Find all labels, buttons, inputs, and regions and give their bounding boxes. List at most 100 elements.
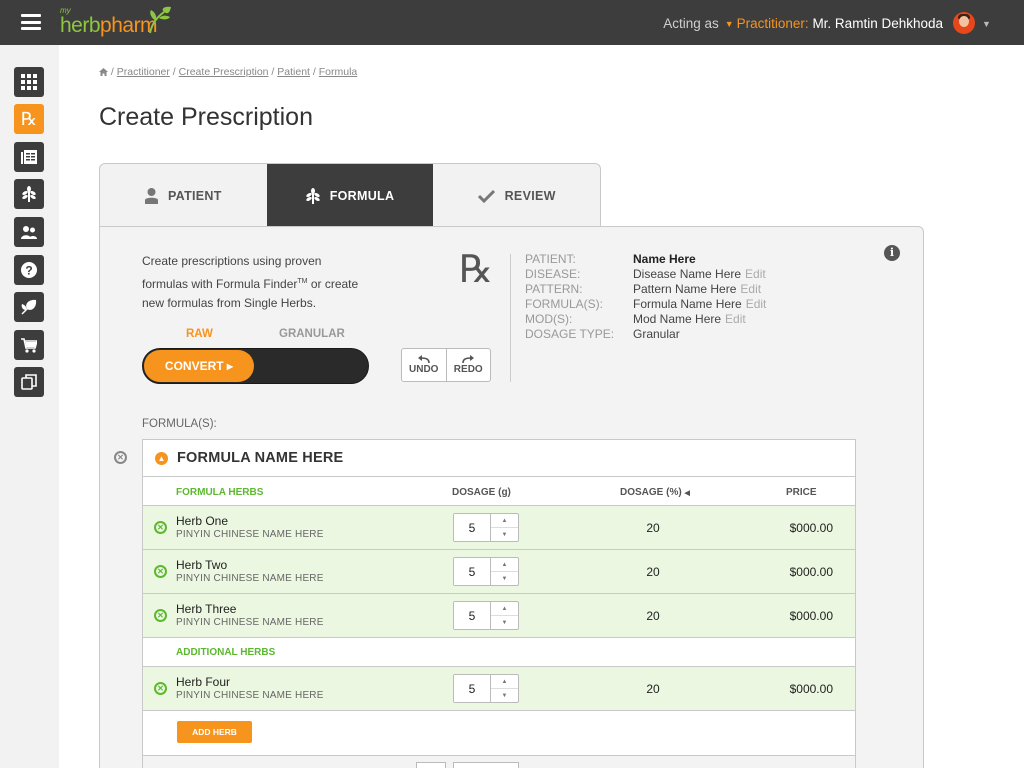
breadcrumb-create-prescription[interactable]: Create Prescription	[179, 66, 269, 78]
summary-patient: PATIENT: Name Here	[525, 252, 766, 267]
decrement-icon[interactable]: ▼	[491, 688, 518, 702]
summary-dosage-type: DOSAGE TYPE: Granular	[525, 327, 766, 342]
convert-button[interactable]: CONVERT ▶	[144, 350, 254, 382]
undo-button[interactable]: UNDO	[402, 349, 446, 381]
total-field[interactable]	[416, 762, 446, 768]
cart-icon	[21, 337, 37, 353]
remove-herb-icon[interactable]: ✕	[154, 521, 167, 534]
granular-label[interactable]: GRANULAR	[279, 328, 345, 340]
col-dosage-pct-label: DOSAGE (%)	[620, 487, 682, 498]
sidebar-item-dashboard[interactable]	[14, 67, 44, 97]
total-stepper[interactable]	[453, 762, 519, 768]
intro-line-2: formulas with Formula Finder	[142, 276, 298, 291]
sidebar-item-patients[interactable]	[14, 217, 44, 247]
col-dosage-pct[interactable]: DOSAGE (%) ◀	[620, 487, 690, 498]
increment-icon[interactable]: ▲	[491, 514, 518, 527]
breadcrumb: / Practitioner / Create Prescription / P…	[99, 66, 357, 78]
avatar[interactable]	[953, 12, 975, 34]
intro-line-3: new formulas from Single Herbs.	[142, 296, 317, 310]
decrement-icon[interactable]: ▼	[491, 571, 518, 585]
undo-label: UNDO	[409, 364, 439, 375]
sidebar-item-catalog[interactable]	[14, 142, 44, 172]
summary-value: Granular	[633, 327, 680, 341]
tab-review[interactable]: REVIEW	[433, 164, 600, 227]
person-icon	[144, 187, 158, 204]
summary-disease: DISEASE: Disease Name Here Edit	[525, 267, 766, 282]
increment-icon[interactable]: ▲	[491, 558, 518, 571]
page-title: Create Prescription	[99, 103, 313, 131]
herb-pinyin: PINYIN CHINESE NAME HERE	[176, 617, 324, 628]
edit-mods-link[interactable]: Edit	[725, 312, 746, 327]
edit-pattern-link[interactable]: Edit	[740, 282, 761, 297]
tab-patient[interactable]: PATIENT	[100, 164, 267, 227]
summary-value: Formula Name Here	[633, 297, 742, 311]
tab-patient-label: PATIENT	[167, 188, 222, 203]
herb-name: Herb Two	[176, 558, 228, 572]
tab-review-label: REVIEW	[504, 188, 556, 203]
summary-mods: MOD(S): Mod Name Here Edit	[525, 312, 766, 327]
role-label: Practitioner:	[736, 16, 809, 31]
summary-key: DOSAGE TYPE:	[525, 327, 615, 341]
intro-line-1: Create prescriptions using proven	[142, 254, 322, 268]
help-icon: ?	[21, 262, 37, 278]
herb-dosage-pct: 20	[646, 521, 660, 535]
sidebar-item-leaf[interactable]	[14, 292, 44, 322]
chevron-down-icon[interactable]: ▼	[982, 19, 991, 29]
additional-herbs-label: ADDITIONAL HERBS	[176, 647, 276, 658]
wizard-tabs: PATIENT FORMULA REVIEW	[99, 163, 601, 227]
remove-herb-icon[interactable]: ✕	[154, 682, 167, 695]
dosage-input[interactable]	[454, 558, 491, 585]
info-icon[interactable]: i	[884, 245, 900, 261]
dosage-stepper: ▲▼	[453, 513, 519, 542]
herb-icon	[305, 187, 320, 205]
logo-leaf-icon	[149, 6, 171, 34]
sidebar-item-copy[interactable]	[14, 367, 44, 397]
tab-formula[interactable]: FORMULA	[266, 164, 434, 227]
dosage-input[interactable]	[454, 602, 491, 629]
menu-icon[interactable]	[21, 14, 41, 30]
summary-formula: FORMULA(S): Formula Name Here Edit	[525, 297, 766, 312]
add-herb-button[interactable]: ADD HERB	[177, 721, 252, 743]
undo-icon	[417, 355, 430, 364]
herb-row: ✕ Herb Three PINYIN CHINESE NAME HERE ▲▼…	[143, 594, 855, 638]
raw-label[interactable]: RAW	[186, 328, 213, 340]
herb-dosage-pct: 20	[646, 565, 660, 579]
dosage-input[interactable]	[454, 514, 491, 541]
breadcrumb-patient[interactable]: Patient	[277, 66, 310, 78]
acting-as[interactable]: Acting as ▼ Practitioner: Mr. Ramtin Dehkh…	[663, 16, 943, 31]
herb-row: ✕ Herb One PINYIN CHINESE NAME HERE ▲▼ 2…	[143, 506, 855, 550]
summary-key: DISEASE:	[525, 267, 581, 281]
remove-herb-icon[interactable]: ✕	[154, 565, 167, 578]
summary-pattern: PATTERN: Pattern Name Here Edit	[525, 282, 766, 297]
herb-row: ✕ Herb Two PINYIN CHINESE NAME HERE ▲▼ 2…	[143, 550, 855, 594]
logo[interactable]: my herbpharm	[60, 6, 172, 38]
edit-disease-link[interactable]: Edit	[745, 267, 766, 282]
sidebar-item-help[interactable]: ?	[14, 255, 44, 285]
sort-icon: ◀	[684, 490, 690, 497]
caret-right-icon: ▶	[226, 362, 234, 371]
intro-line-2b: or create	[307, 276, 359, 291]
increment-icon[interactable]: ▲	[491, 675, 518, 688]
sidebar-item-cart[interactable]	[14, 330, 44, 360]
decrement-icon[interactable]: ▼	[491, 615, 518, 629]
role-caret-icon[interactable]: ▼	[725, 19, 734, 29]
catalog-icon	[21, 150, 37, 164]
sidebar-item-prescriptions[interactable]: ℞	[14, 104, 44, 134]
sidebar-item-herbs[interactable]	[14, 179, 44, 209]
herb-name: Herb Three	[176, 602, 237, 616]
decrement-icon[interactable]: ▼	[491, 527, 518, 541]
breadcrumb-formula[interactable]: Formula	[319, 66, 358, 78]
dosage-input[interactable]	[454, 675, 491, 702]
redo-button[interactable]: REDO	[445, 349, 491, 381]
home-icon[interactable]	[99, 67, 108, 76]
increment-icon[interactable]: ▲	[491, 602, 518, 615]
collapse-icon[interactable]: ▲	[155, 451, 168, 465]
herb-price: $000.00	[789, 609, 833, 623]
remove-formula-icon[interactable]: ✕	[114, 451, 127, 464]
remove-herb-icon[interactable]: ✕	[154, 609, 167, 622]
rx-icon: ℞	[20, 108, 38, 130]
redo-icon	[462, 355, 475, 364]
edit-formula-link[interactable]: Edit	[746, 297, 767, 312]
breadcrumb-practitioner[interactable]: Practitioner	[117, 66, 170, 78]
leaf-icon	[21, 299, 37, 315]
